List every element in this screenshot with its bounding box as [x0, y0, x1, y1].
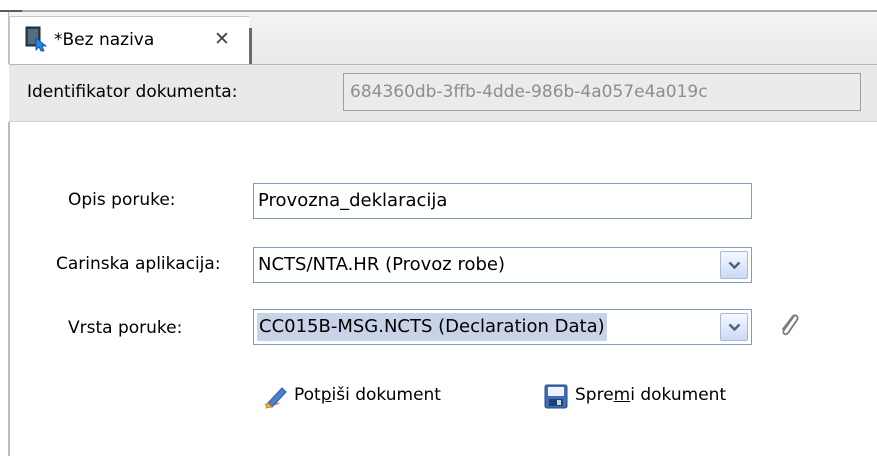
- chevron-down-icon[interactable]: [720, 313, 748, 341]
- vrsta-poruke-select[interactable]: CC015B-MSG.NCTS (Declaration Data): [253, 309, 752, 345]
- document-id-row: Identifikator dokumenta: 684360db-3ffb-4…: [9, 64, 877, 122]
- carinska-aplikacija-select[interactable]: NCTS/NTA.HR (Provoz robe): [253, 247, 752, 283]
- window-top-strip: [0, 0, 877, 10]
- vrsta-poruke-label: Vrsta poruke:: [68, 318, 183, 338]
- close-icon[interactable]: ✕: [214, 28, 230, 50]
- opis-poruke-input[interactable]: Provozna_deklaracija: [253, 183, 752, 219]
- tab-document[interactable]: *Bez naziva ✕: [9, 16, 249, 64]
- document-id-field: 684360db-3ffb-4dde-986b-4a057e4a019c: [343, 73, 861, 111]
- paperclip-icon[interactable]: [777, 311, 803, 341]
- document-tab-icon: [24, 26, 48, 52]
- document-id-label: Identifikator dokumenta:: [27, 82, 238, 102]
- tab-title: *Bez naziva: [54, 30, 155, 50]
- carinska-aplikacija-value: NCTS/NTA.HR (Provoz robe): [258, 254, 506, 275]
- floppy-disk-icon: [543, 383, 569, 411]
- opis-poruke-label: Opis poruke:: [68, 190, 176, 210]
- sign-pen-icon: [262, 383, 288, 411]
- sign-document-label: Potpiši dokument: [294, 385, 441, 405]
- vrsta-poruke-value: CC015B-MSG.NCTS (Declaration Data): [257, 313, 607, 341]
- sign-document-button[interactable]: Potpiši dokument: [262, 383, 472, 413]
- save-document-button[interactable]: Spremi dokument: [543, 383, 753, 413]
- carinska-aplikacija-label: Carinska aplikacija:: [56, 254, 221, 274]
- chevron-down-icon[interactable]: [720, 251, 748, 279]
- panel-left-edge: [8, 122, 10, 456]
- save-document-label: Spremi dokument: [575, 385, 727, 405]
